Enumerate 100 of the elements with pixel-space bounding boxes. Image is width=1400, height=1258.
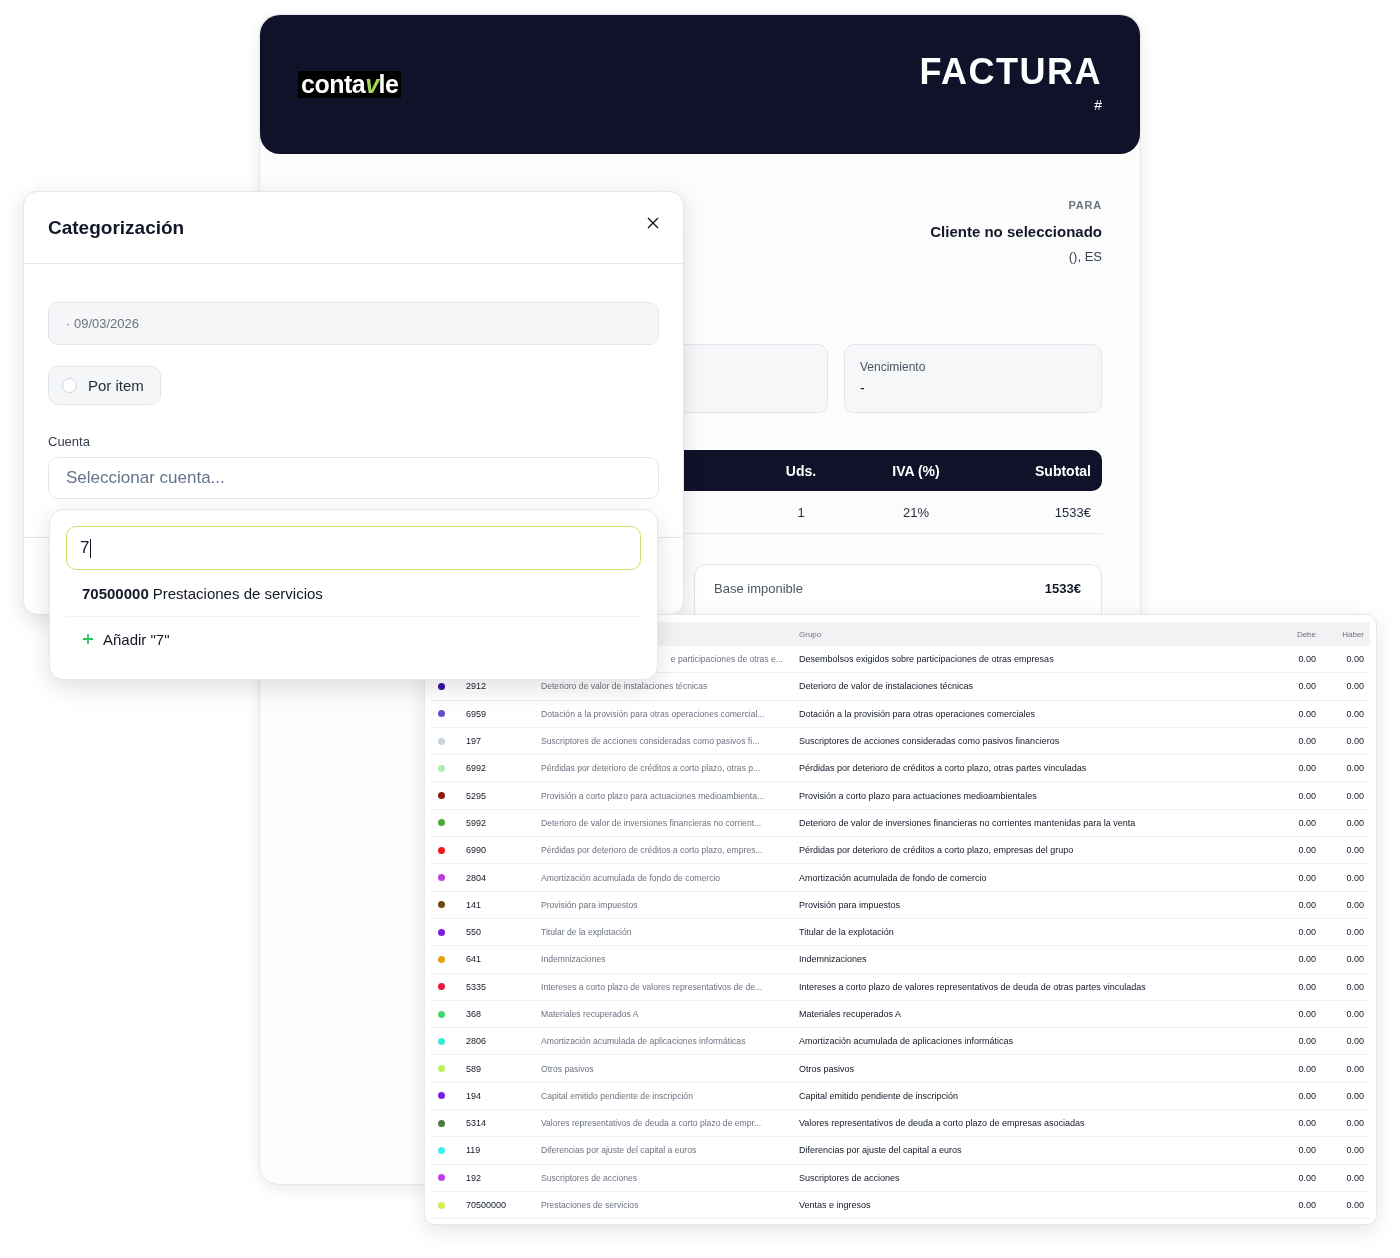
- table-cell: 194: [466, 1090, 482, 1101]
- table-cell: Otros pasivos: [799, 1063, 855, 1074]
- table-cell: 0.00: [1298, 1118, 1316, 1129]
- dialog-title: Categorización: [48, 216, 185, 239]
- table-cell: Pérdidas por deterioro de créditos a corto plazo, otras p...: [541, 763, 761, 774]
- table-cell: 2912: [466, 681, 487, 692]
- field-label: Cuenta: [48, 434, 90, 449]
- table-cell: 0.00: [1346, 1063, 1364, 1074]
- table-cell: 0.00: [1298, 790, 1316, 801]
- table-cell: 0.00: [1298, 1009, 1316, 1019]
- logo-text: v: [365, 70, 379, 98]
- dropdown-option[interactable]: 70500000 Prestaciones de servicios: [66, 570, 641, 617]
- table-cell: Desembolsos exigidos sobre participaciones de otras empresas: [799, 654, 1054, 665]
- total-value: 1533€: [1044, 581, 1081, 596]
- table-cell: 192: [466, 1172, 482, 1183]
- table-cell: 5335: [466, 981, 487, 992]
- per-item-toggle[interactable]: Por item: [48, 366, 161, 405]
- table-cell: 0.00: [1298, 736, 1316, 747]
- table-cell: Valores representativos de deuda a corto plazo de empr...: [541, 1118, 762, 1129]
- table-cell: 5295: [466, 790, 487, 801]
- table-cell: 0.00: [1346, 1090, 1364, 1101]
- radio-button[interactable]: [62, 378, 77, 393]
- table-cell: Capital emitido pendiente de inscripción: [799, 1090, 959, 1101]
- table-cell: 0.00: [1298, 1172, 1316, 1183]
- table-cell: 1533€: [1054, 504, 1091, 520]
- table-cell: 641: [466, 954, 482, 965]
- column-header: IVA (%): [892, 462, 940, 479]
- table-cell: Deterioro de valor de inversiones financieras no corrient...: [541, 817, 762, 828]
- table-cell: 0.00: [1298, 1200, 1316, 1211]
- date-field[interactable]: · 09/03/2026: [48, 302, 659, 345]
- table-cell: Suscriptores de acciones consideradas como pasivos fi...: [541, 736, 760, 747]
- table-cell: 6959: [466, 708, 487, 719]
- table-cell: Ventas e ingresos: [799, 1200, 871, 1211]
- account-select[interactable]: Seleccionar cuenta...: [48, 457, 659, 499]
- table-cell: 119: [466, 1145, 481, 1156]
- table-cell: 0.00: [1346, 1118, 1364, 1129]
- table-cell: 0.00: [1298, 954, 1316, 965]
- table-cell: 0.00: [1346, 1009, 1364, 1019]
- table-cell: 197: [466, 736, 482, 747]
- table-cell: Pérdidas por deterioro de créditos a corto plazo, otras partes vinculadas: [799, 763, 1087, 774]
- table-cell: Amortización acumulada de fondo de comercio: [799, 872, 987, 883]
- table-cell: Intereses a corto plazo de valores representativos de de...: [541, 981, 763, 992]
- table-cell: Suscriptores de acciones consideradas como pasivos financieros: [799, 736, 1060, 747]
- table-cell: 6990: [466, 845, 487, 856]
- search-field[interactable]: 7: [66, 526, 641, 570]
- column-header: Debe: [1295, 629, 1316, 639]
- close-icon[interactable]: [647, 216, 659, 229]
- total-label: Base imponible: [714, 581, 803, 596]
- table-cell: Titular de la explotación: [541, 927, 632, 938]
- table-cell: Materiales recuperados A: [799, 1009, 902, 1019]
- table-cell: 0.00: [1298, 899, 1316, 910]
- invoice-title: FACTURA: [919, 51, 1102, 93]
- table-cell: 0.00: [1298, 872, 1316, 883]
- table-cell: 0.00: [1298, 708, 1316, 719]
- table-cell: 0.00: [1298, 654, 1316, 665]
- table-cell: 5314: [466, 1118, 487, 1129]
- table-cell: 0.00: [1346, 927, 1364, 938]
- table-cell: Deterioro de valor de inversiones financieras no corrientes mantenidas para la venta: [799, 817, 1136, 828]
- table-cell: 0.00: [1298, 1063, 1316, 1074]
- table-cell: 0.00: [1298, 763, 1316, 774]
- table-cell: Deterioro de valor de instalaciones técnicas: [541, 681, 708, 692]
- table-cell: 0.00: [1298, 817, 1316, 828]
- client-address: (), ES: [1067, 249, 1102, 264]
- table-cell: 0.00: [1346, 654, 1364, 665]
- table-cell: 0.00: [1346, 763, 1364, 774]
- table-cell: 0.00: [1346, 981, 1364, 992]
- table-cell: 0.00: [1298, 1036, 1316, 1047]
- table-cell: 368: [466, 1009, 482, 1019]
- table-cell: 589: [466, 1063, 482, 1074]
- column-header: Uds.: [785, 462, 817, 479]
- invoice-number: #: [1093, 97, 1102, 113]
- table-cell: 0.00: [1346, 954, 1364, 965]
- table-cell: 1: [797, 504, 805, 520]
- table-cell: Capital emitido pendiente de inscripción: [541, 1090, 693, 1101]
- logo-text: conta: [301, 70, 366, 98]
- table-cell: 0.00: [1298, 845, 1316, 856]
- table-cell: Materiales recuperados A: [541, 1009, 639, 1019]
- table-cell: 2806: [466, 1036, 487, 1047]
- table-cell: Prestaciones de servicios: [541, 1200, 639, 1211]
- table-cell: 0.00: [1346, 736, 1364, 747]
- table-cell: Indemnizaciones: [799, 954, 867, 965]
- table-cell: Suscriptores de acciones: [541, 1172, 637, 1183]
- table-cell: Provisión a corto plazo para actuaciones medioambientales: [799, 790, 1037, 801]
- table-cell: 0.00: [1298, 1090, 1316, 1101]
- table-cell: Pérdidas por deterioro de créditos a corto plazo, empres...: [541, 845, 763, 856]
- table-cell: 21%: [903, 504, 929, 520]
- table-cell: 0.00: [1346, 1036, 1364, 1047]
- table-cell: Dotación a la provisión para otras operaciones comerciales: [799, 708, 1036, 719]
- table-cell: Suscriptores de acciones: [799, 1172, 900, 1183]
- table-cell: Indemnizaciones: [541, 954, 606, 965]
- table-cell: 0.00: [1346, 817, 1364, 828]
- plus-icon[interactable]: [83, 634, 93, 644]
- table-cell: 0.00: [1298, 981, 1316, 992]
- table-cell: 70500000: [466, 1200, 507, 1211]
- client-name: Cliente no seleccionado: [929, 223, 1102, 240]
- table-cell: Amortización acumulada de aplicaciones informáticas: [541, 1036, 746, 1047]
- table-cell: 0.00: [1346, 790, 1364, 801]
- table-cell: 0.00: [1346, 872, 1364, 883]
- table-cell: Amortización acumulada de aplicaciones informáticas: [799, 1036, 1014, 1047]
- add-option[interactable]: Añadir "7": [103, 630, 170, 648]
